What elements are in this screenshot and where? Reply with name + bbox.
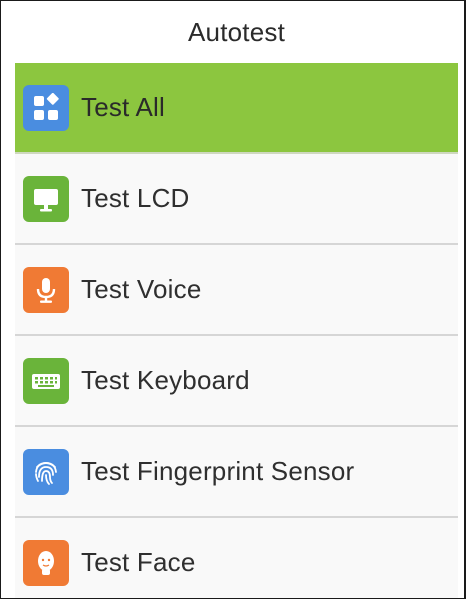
menu-item-label: Test All (81, 92, 165, 122)
menu-item-label: Test Fingerprint Sensor (81, 456, 355, 486)
monitor-icon (23, 175, 69, 222)
grid-icon (23, 84, 69, 131)
menu-item-label: Test LCD (81, 183, 190, 213)
microphone-icon (23, 266, 69, 313)
menu-item-label: Test Voice (81, 274, 202, 304)
menu-item-label: Test Face (81, 547, 196, 577)
menu-item-test-fingerprint-sensor[interactable]: Test Fingerprint Sensor (15, 427, 458, 518)
menu-item-test-lcd[interactable]: Test LCD (15, 154, 458, 245)
menu-item-label: Test Keyboard (81, 365, 250, 395)
autotest-screen: Autotest Test All Test LCD Test Voice Te… (0, 0, 466, 599)
menu-item-test-face[interactable]: Test Face (15, 518, 458, 598)
autotest-menu: Test All Test LCD Test Voice Test Keyboa… (15, 63, 458, 598)
page-title: Autotest (15, 1, 458, 65)
fingerprint-icon (23, 448, 69, 495)
menu-item-test-keyboard[interactable]: Test Keyboard (15, 336, 458, 427)
keyboard-icon (23, 357, 69, 404)
menu-item-test-voice[interactable]: Test Voice (15, 245, 458, 336)
menu-item-test-all[interactable]: Test All (15, 63, 458, 154)
face-icon (23, 539, 69, 586)
